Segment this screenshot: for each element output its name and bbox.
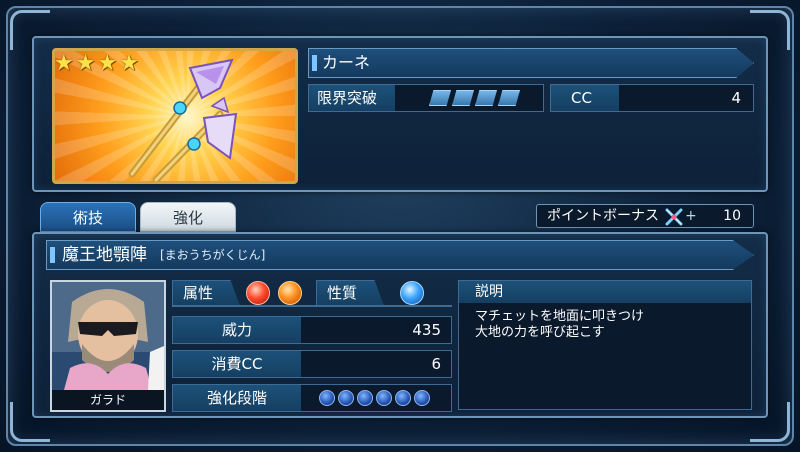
enhance-stage-orb-icon <box>319 390 335 406</box>
star-icon: ★ <box>54 51 74 76</box>
character-portrait[interactable]: ガラド <box>50 280 166 412</box>
cc-label: CC <box>551 85 619 111</box>
limit-break-gem-icon <box>475 90 497 106</box>
enhance-stage-orb-icon <box>395 390 411 406</box>
description-label: 説明 <box>459 281 751 303</box>
star-icon: ★ <box>75 51 96 76</box>
cc-cost-value: 6 <box>431 355 441 373</box>
cc-cost-row: 消費CC 6 <box>172 350 452 378</box>
cc-cost-label: 消費CC <box>173 351 301 377</box>
skill-title-bar <box>46 240 754 270</box>
enhance-stage-orb-icon <box>414 390 430 406</box>
flame-element-icon <box>278 281 302 305</box>
power-row: 威力 435 <box>172 316 452 344</box>
weapon-name: カーネ <box>322 53 371 72</box>
star-icon: ★ <box>119 51 139 76</box>
water-element-icon <box>400 281 424 305</box>
star-icon: ★ <box>97 51 118 76</box>
enhance-stage-row: 強化段階 <box>172 384 452 412</box>
description-box: 説明 マチェットを地面に叩きつけ 大地の力を呼び起こす <box>458 280 752 410</box>
tab-enhance[interactable]: 強化 <box>140 202 236 232</box>
limit-break-gem-icon <box>498 90 520 106</box>
limit-break-gem-icon <box>452 90 474 106</box>
attribute-label: 属性 <box>172 280 240 306</box>
crossed-swords-icon <box>665 208 683 226</box>
title-marker <box>312 55 317 71</box>
description-line: マチェットを地面に叩きつけ <box>475 309 645 324</box>
rarity-stars: ★ ★ ★ ★ <box>54 52 139 76</box>
character-avatar <box>52 282 164 390</box>
enhance-stage-orb-icon <box>357 390 373 406</box>
skill-name: 魔王地顎陣 <box>62 245 147 265</box>
point-bonus: ポイントボーナス + 10 <box>536 204 754 228</box>
skill-reading: [まおうちがくじん] <box>160 248 266 262</box>
power-label: 威力 <box>173 317 301 343</box>
enhance-stage-orb-icon <box>338 390 354 406</box>
tab-skill[interactable]: 術技 <box>40 202 136 232</box>
description-line: 大地の力を呼び起こす <box>475 325 605 340</box>
cc-value: 4 <box>731 89 741 107</box>
fire-element-icon <box>246 281 270 305</box>
enhance-stage-orb-icon <box>376 390 392 406</box>
title-marker <box>50 247 55 263</box>
point-bonus-value: 10 <box>723 208 741 224</box>
power-value: 435 <box>412 321 441 339</box>
limit-break-gem-icon <box>429 90 451 106</box>
character-name: ガラド <box>52 390 164 410</box>
limit-break-gauge <box>429 90 520 106</box>
nature-label: 性質 <box>316 280 384 306</box>
weapon-name-bar <box>308 48 754 78</box>
enhance-stage-label: 強化段階 <box>173 385 301 411</box>
weapon-axe-icon <box>128 58 238 182</box>
point-bonus-plus: + <box>685 208 697 224</box>
limit-break-row: 限界突破 <box>308 84 544 112</box>
divider <box>172 305 452 307</box>
point-bonus-label: ポイントボーナス <box>547 208 659 224</box>
cc-row: CC 4 <box>550 84 754 112</box>
enhance-stage-gauge <box>319 390 430 406</box>
limit-break-label: 限界突破 <box>309 85 395 111</box>
